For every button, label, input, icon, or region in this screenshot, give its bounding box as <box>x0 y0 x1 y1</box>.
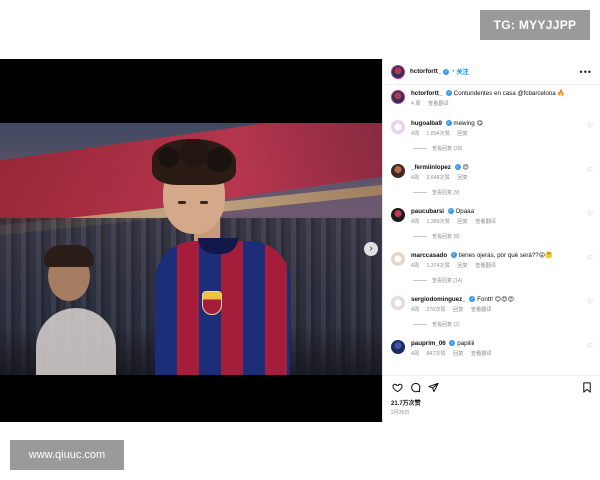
chevron-right-icon[interactable]: › <box>364 242 378 256</box>
comment-likes[interactable]: 1,374次赞 <box>427 263 450 269</box>
action-icons <box>391 381 593 393</box>
comment-username[interactable]: pauprim_06 <box>411 340 446 347</box>
post-date: 2月26日 <box>391 410 410 416</box>
comment-time: 4周 <box>411 130 420 137</box>
comment-text: papiiiii <box>457 340 475 347</box>
view-replies[interactable]: 查看回复 (9) <box>413 233 593 240</box>
comment-text: Opaaa <box>455 208 475 215</box>
heart-icon[interactable] <box>391 381 403 393</box>
site-watermark: www.qiuuc.com <box>10 440 124 470</box>
comment-username[interactable]: _fermiinlopez <box>411 164 451 171</box>
instagram-post: › hctorfortt_ ✓ • 关注 ••• hctorfortt_ ✓ C… <box>0 59 600 422</box>
reply-button[interactable]: 回复 <box>457 175 467 181</box>
view-replies[interactable]: 查看回复 (2) <box>413 321 593 328</box>
verified-icon: ✓ <box>469 296 476 303</box>
view-replies[interactable]: 查看回复 (29) <box>413 145 593 152</box>
heart-icon[interactable]: ♡ <box>583 298 593 306</box>
caption-username[interactable]: hctorfortt_ <box>411 90 442 97</box>
comment-item: marccasado ✓ tienes ojeras, por qué será… <box>391 252 593 270</box>
screenshot: TG: MYYJJPP › hctorfortt_ ✓ • 关注 ••• hct… <box>0 0 600 480</box>
comment-likes[interactable]: 847次赞 <box>427 351 446 357</box>
follow-button[interactable]: 关注 <box>456 67 468 76</box>
comment-time: 4周 <box>411 218 420 225</box>
separator: • <box>452 68 455 75</box>
comment-username[interactable]: paucubarsi <box>411 208 444 215</box>
avatar[interactable] <box>391 296 405 310</box>
verified-icon: ✓ <box>449 340 456 347</box>
comment-text: 😍 <box>462 164 469 171</box>
telegram-watermark: TG: MYYJJPP <box>480 10 590 40</box>
verified-icon: ✓ <box>450 252 457 259</box>
comment-username[interactable]: sergiodominguez_ <box>411 296 466 303</box>
comment-time: 4周 <box>411 350 420 357</box>
comment-text: Fontt! 😊😍😍 <box>477 296 515 303</box>
bookmark-icon[interactable] <box>581 381 593 393</box>
comment-item: sergiodominguez_ ✓ Fontt! 😊😍😍 4周 270次赞 回… <box>391 296 593 314</box>
translate-link[interactable]: 查看翻译 <box>428 101 449 107</box>
reply-button[interactable]: 回复 <box>457 219 467 225</box>
translate-link[interactable]: 查看翻译 <box>475 219 496 225</box>
club-crest <box>202 291 222 315</box>
comments-list[interactable]: hctorfortt_ ✓ Contundentes en casa @fcba… <box>383 86 600 373</box>
post-actions: 21.7万次赞 2月26日 <box>383 375 600 422</box>
avatar[interactable] <box>391 120 405 134</box>
comment-text: tienes ojeras, por qué será??😜🤔 <box>458 252 553 259</box>
author-username[interactable]: hctorfortt_ <box>410 68 441 75</box>
comment-text: mewing 😋 <box>453 120 483 127</box>
caption-text: Contundentes en casa @fcbarcelona 🔥 <box>453 90 566 97</box>
comment-item: _fermiinlopez ✓ 😍 4周 3,648次赞 回复 ♡ <box>391 164 593 182</box>
send-icon[interactable] <box>427 381 439 393</box>
barcelona-jersey <box>155 241 290 375</box>
heart-icon[interactable]: ♡ <box>583 210 593 218</box>
avatar[interactable] <box>391 164 405 178</box>
avatar[interactable] <box>391 208 405 222</box>
more-horizontal-icon[interactable]: ••• <box>580 67 592 77</box>
comment-time: 4周 <box>411 174 420 181</box>
heart-icon[interactable]: ♡ <box>583 166 593 174</box>
comment-likes[interactable]: 3,648次赞 <box>427 175 450 181</box>
avatar[interactable] <box>391 64 405 79</box>
reply-button[interactable]: 回复 <box>457 131 467 137</box>
heart-icon[interactable]: ♡ <box>583 122 593 130</box>
comment-likes[interactable]: 1,894次赞 <box>427 131 450 137</box>
comment-likes[interactable]: 1,389次赞 <box>427 219 450 225</box>
comment-username[interactable]: marccasado <box>411 252 447 259</box>
view-replies[interactable]: 查看回复 (14) <box>413 277 593 284</box>
verified-icon: ✓ <box>454 164 461 171</box>
avatar[interactable] <box>391 90 405 104</box>
post-media[interactable]: › <box>0 59 382 422</box>
comment-likes[interactable]: 270次赞 <box>427 307 446 313</box>
post-caption: hctorfortt_ ✓ Contundentes en casa @fcba… <box>391 90 593 108</box>
player-hair <box>152 139 236 185</box>
likes-count[interactable]: 21.7万次赞 <box>391 398 593 407</box>
verified-icon: ✓ <box>447 208 454 215</box>
reply-button[interactable]: 回复 <box>453 307 463 313</box>
reply-button[interactable]: 回复 <box>453 351 463 357</box>
comment-item: paucubarsi ✓ Opaaa 4周 1,389次赞 回复 查看翻译 ♡ <box>391 208 593 226</box>
view-replies[interactable]: 查看回复 (9) <box>413 189 593 196</box>
heart-icon[interactable]: ♡ <box>583 342 593 350</box>
comment-item: pauprim_06 ✓ papiiiii 4周 847次赞 回复 查看翻译 ♡ <box>391 340 593 358</box>
reply-button[interactable]: 回复 <box>457 263 467 269</box>
post-side-panel: hctorfortt_ ✓ • 关注 ••• hctorfortt_ ✓ Con… <box>382 59 600 422</box>
verified-icon: ✓ <box>446 90 453 97</box>
caption-time: 4 周 <box>411 100 421 107</box>
verified-icon: ✓ <box>443 68 450 75</box>
translate-link[interactable]: 查看翻译 <box>475 263 496 269</box>
avatar[interactable] <box>391 340 405 354</box>
comment-icon[interactable] <box>409 381 421 393</box>
comment-time: 4周 <box>411 306 420 313</box>
post-photo <box>0 123 382 375</box>
avatar[interactable] <box>391 252 405 266</box>
comment-username[interactable]: hugoalba9 <box>411 120 442 127</box>
comment-item: hugoalba9 ✓ mewing 😋 4周 1,894次赞 回复 ♡ <box>391 120 593 138</box>
verified-icon: ✓ <box>445 120 452 127</box>
translate-link[interactable]: 查看翻译 <box>471 307 492 313</box>
translate-link[interactable]: 查看翻译 <box>471 351 492 357</box>
comment-time: 4周 <box>411 262 420 269</box>
post-header: hctorfortt_ ✓ • 关注 ••• <box>383 59 600 85</box>
heart-icon[interactable]: ♡ <box>583 254 593 262</box>
